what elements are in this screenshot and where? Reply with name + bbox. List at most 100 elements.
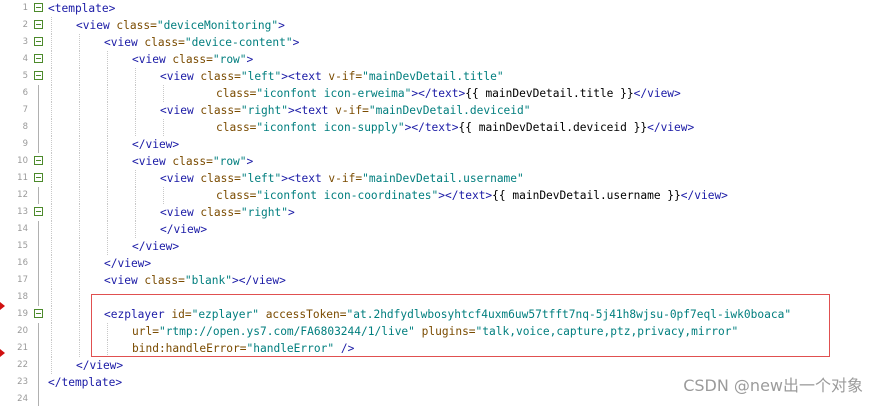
code-token-tag: </view> [160,223,208,236]
code-text: <view class="row"> [132,153,253,170]
line-number: 13 [17,207,28,217]
line-number: 9 [22,139,28,149]
indent-guide [135,187,136,204]
code-line[interactable]: 12 class="iconfont icon-coordinates"></te… [0,187,877,204]
code-line[interactable]: 7 <view class="right"><text v-if="mainDev… [0,102,877,119]
fold-toggle-icon[interactable] [34,207,43,216]
indent-guide [79,272,80,289]
fold-toggle-icon[interactable] [34,173,43,182]
indent-guide [107,119,108,136]
code-token-tag: <view [160,206,201,219]
code-token-attr: class= [200,206,241,219]
indent-guide [51,119,52,136]
indent-guide [51,170,52,187]
indent-guide [107,187,108,204]
indent-guide [79,170,80,187]
code-token-tag: ><text [281,70,329,83]
indent-guide [107,221,108,238]
indent-guide [107,238,108,255]
indent-guide [51,340,52,357]
code-token-val: "right" [240,206,288,219]
code-token-attr: class= [116,19,157,32]
code-token-val: "mainDevDetail.username" [362,172,524,185]
indent-guide [79,136,80,153]
indent-guide [51,238,52,255]
line-number: 4 [22,54,28,64]
code-line[interactable]: 13 <view class="right"> [0,204,877,221]
fold-guide [38,340,39,357]
fold-toggle-icon[interactable] [34,3,43,12]
code-token-tag: <view [76,19,117,32]
code-line[interactable]: 4 <view class="row"> [0,51,877,68]
code-text: </view> [132,238,179,255]
code-line[interactable]: 17 <view class="blank"></view> [0,272,877,289]
code-token-tag: > [278,19,285,32]
code-line[interactable]: 8 class="iconfont icon-supply"></text>{{ … [0,119,877,136]
fold-toggle-icon[interactable] [34,156,43,165]
indent-guide [51,323,52,340]
indent-guide [79,221,80,238]
line-number: 12 [17,190,28,200]
code-line[interactable]: 1 <template> [0,0,877,17]
code-token-tag: > [292,36,300,49]
fold-guide [38,255,39,272]
code-token-attr: class= [216,121,257,134]
line-number: 2 [22,20,28,30]
code-token-tag: <view [104,274,145,287]
code-token-attr: v-if= [335,104,369,117]
code-editor[interactable]: 1 <template> 2 <view class="deviceMonitorin… [0,0,877,406]
line-number: 6 [22,88,28,98]
fold-toggle-icon[interactable] [34,309,43,318]
code-line[interactable]: 11 <view class="left"><text v-if="mainDev… [0,170,877,187]
fold-guide [38,102,39,119]
code-line[interactable]: 5 <view class="left"><text v-if="mainDevD… [0,68,877,85]
code-text: <view class="deviceMonitoring"> [76,17,285,34]
line-number: 7 [22,105,28,115]
fold-toggle-icon[interactable] [34,37,43,46]
fold-toggle-icon[interactable] [34,71,43,80]
highlight-box [91,294,830,357]
fold-guide [38,357,39,374]
indent-guide [107,170,108,187]
code-token-tag: </view> [633,87,681,100]
code-line[interactable]: 10 <view class="row"> [0,153,877,170]
code-token-attr: v-if= [328,70,363,83]
line-number: 24 [17,394,28,404]
code-line[interactable]: 14 </view> [0,221,877,238]
indent-guide [163,119,164,136]
code-line[interactable]: 16 </view> [0,255,877,272]
code-token-tag: </view> [76,359,124,372]
code-token-attr: v-if= [328,172,363,185]
indent-guide [79,289,80,306]
indent-guide [51,153,52,170]
code-token-val: "left" [240,172,282,185]
fold-guide [38,238,39,255]
code-token-attr: class= [216,87,257,100]
indent-guide [163,187,164,204]
indent-guide [107,153,108,170]
indent-guide [79,34,80,51]
indent-guide [79,306,80,323]
code-line[interactable]: 3 <view class="device-content"> [0,34,877,51]
code-token-val: "deviceMonitoring" [156,19,279,32]
code-text: <view class="right"> [160,204,295,221]
code-line[interactable]: 15 </view> [0,238,877,255]
fold-toggle-icon[interactable] [34,54,43,63]
line-number: 3 [22,37,28,47]
indent-guide [107,85,108,102]
fold-guide [38,391,39,406]
code-token-val: "row" [212,53,247,66]
code-token-val: "iconfont icon-erweima" [256,87,412,100]
indent-guide [51,357,52,374]
code-text: <view class="row"> [132,51,253,68]
code-line[interactable]: 9 </view> [0,136,877,153]
code-token-tag: </template> [48,376,123,389]
indent-guide [51,289,52,306]
indent-guide [135,68,136,85]
indent-guide [107,102,108,119]
code-text: class="iconfont icon-erweima"></text>{{ … [216,85,681,102]
code-line[interactable]: 2 <view class="deviceMonitoring"> [0,17,877,34]
code-token-tag: </view> [647,121,695,134]
fold-toggle-icon[interactable] [34,20,43,29]
code-line[interactable]: 6 class="iconfont icon-erweima"></text>{{… [0,85,877,102]
